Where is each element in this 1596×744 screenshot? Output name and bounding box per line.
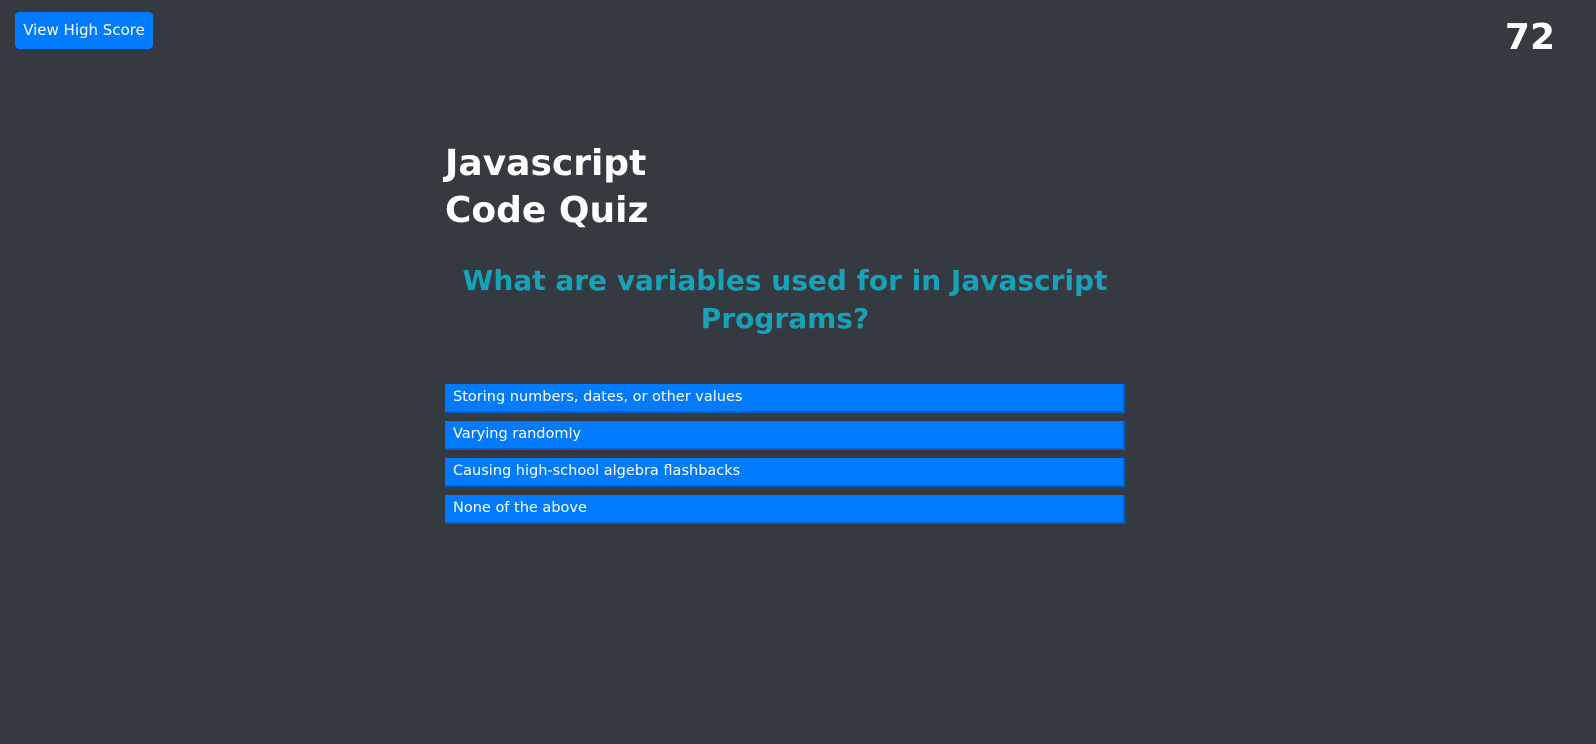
- answer-button-4[interactable]: None of the above: [445, 495, 1125, 524]
- answer-button-3[interactable]: Causing high-school algebra flashbacks: [445, 458, 1125, 487]
- quiz-page: View High Score 72 Javascript Code Quiz …: [0, 0, 1596, 744]
- question-text: What are variables used for in Javascrip…: [462, 264, 1108, 335]
- answer-button-2[interactable]: Varying randomly: [445, 421, 1125, 450]
- timer-display: 72: [1504, 17, 1555, 58]
- quiz-title-line-1: Javascript: [445, 143, 647, 184]
- view-high-score-button[interactable]: View High Score: [15, 12, 153, 49]
- answer-list: Storing numbers, dates, or other values …: [445, 384, 1125, 532]
- answer-button-1[interactable]: Storing numbers, dates, or other values: [445, 384, 1125, 413]
- quiz-title: Javascript Code Quiz: [445, 140, 705, 234]
- quiz-title-line-2: Code Quiz: [445, 190, 649, 231]
